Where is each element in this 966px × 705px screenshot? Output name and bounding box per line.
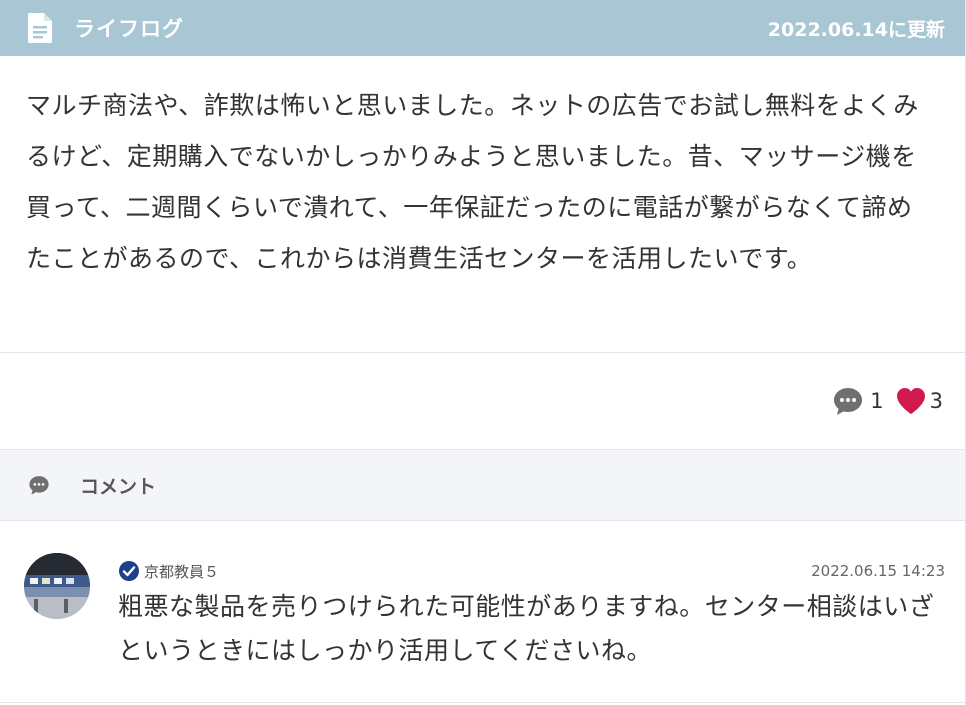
speech-bubble-icon (29, 476, 49, 495)
comment-count-button[interactable]: 1 (832, 385, 884, 417)
page-title: ライフログ (74, 17, 184, 41)
reaction-bar: 1 3 (0, 353, 965, 449)
comment-count: 1 (870, 389, 884, 413)
updated-date: 2022.06.14に更新 (767, 18, 945, 41)
verified-check-icon (119, 561, 139, 581)
comment-text: 粗悪な製品を売りつけられた可能性がありますね。センター相談はいざというときにはし… (118, 592, 935, 665)
comment-meta: 京都教員５ 2022.06.15 14:23 (118, 559, 945, 583)
avatar-image (24, 553, 90, 619)
post-body: マルチ商法や、詐欺は怖いと思いました。ネットの広告でお試し無料をよくみるけど、定… (26, 91, 919, 273)
divider (0, 702, 965, 703)
speech-bubble-icon (834, 388, 863, 415)
lifelog-header: ライフログ 2022.06.14に更新 (0, 0, 965, 56)
comments-section-label: コメント (80, 475, 157, 498)
comments-section-header: コメント (0, 449, 965, 521)
like-count: 3 (929, 389, 943, 413)
document-icon (28, 13, 52, 43)
comment-item: 京都教員５ 2022.06.15 14:23 粗悪な製品を売りつけられた可能性が… (0, 521, 965, 703)
like-button[interactable]: 3 (884, 387, 943, 415)
header-left: ライフログ (28, 13, 184, 43)
comment-author-name: 京都教員５ (144, 562, 220, 581)
comment-content: 京都教員５ 2022.06.15 14:23 粗悪な製品を売りつけられた可能性が… (118, 559, 945, 673)
comment-author[interactable]: 京都教員５ (118, 560, 219, 582)
lifelog-card: ライフログ 2022.06.14に更新 マルチ商法や、詐欺は怖いと思いました。ネ… (0, 0, 966, 705)
avatar[interactable] (24, 553, 90, 619)
comment-date: 2022.06.15 14:23 (811, 562, 945, 580)
heart-icon (896, 388, 925, 414)
